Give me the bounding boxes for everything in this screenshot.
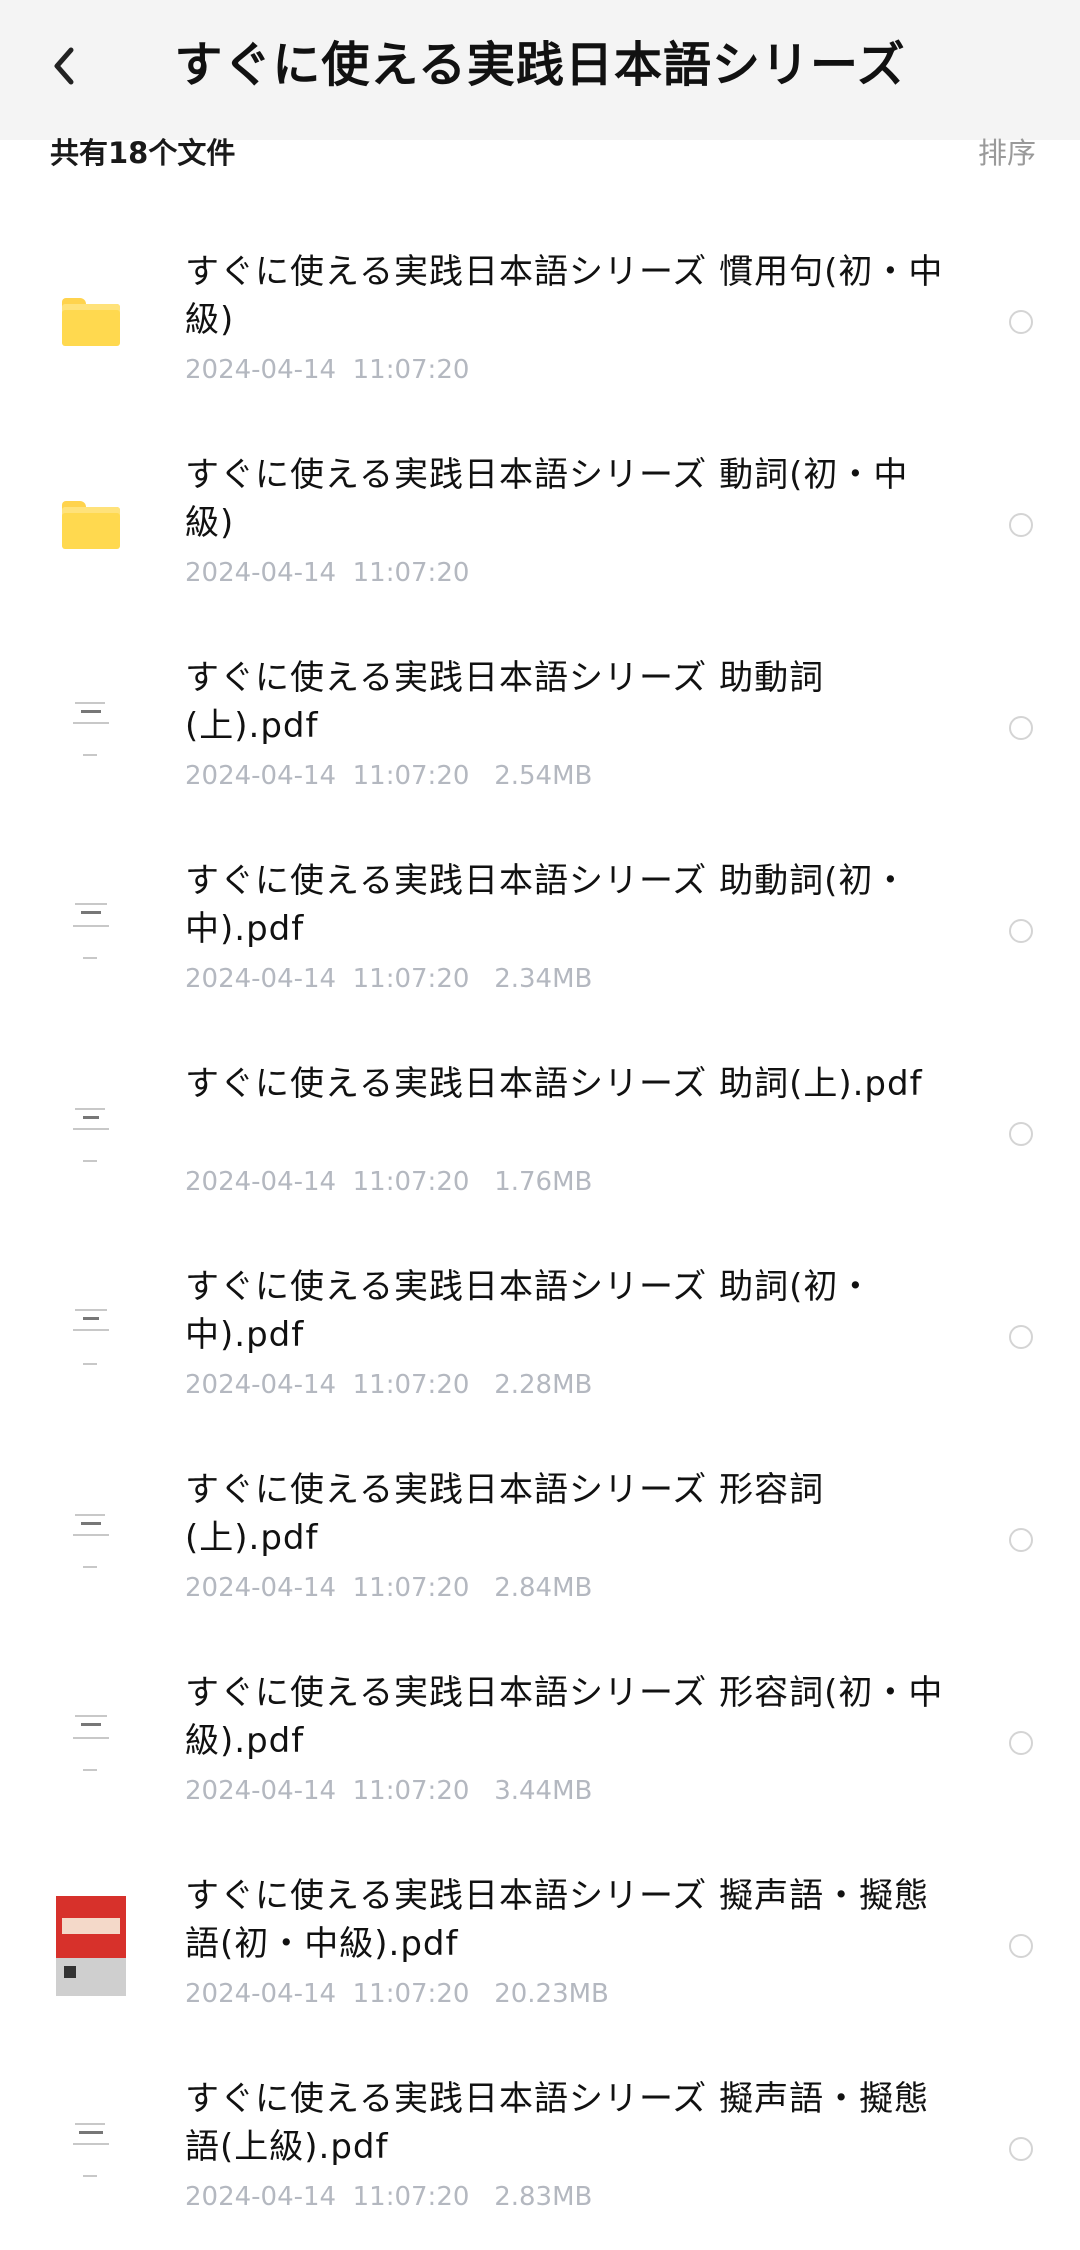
folder-icon <box>56 473 126 577</box>
list-item[interactable]: すぐに使える実践日本語シリーズ 擬声語・擬態語(上級).pdf 2024-04-… <box>0 2047 1080 2250</box>
folder-icon <box>56 270 126 374</box>
file-meta: 2024-04-14 11:07:20 <box>185 558 470 588</box>
pdf-cover-icon <box>56 1894 126 1998</box>
list-item[interactable]: すぐに使える実践日本語シリーズ 形容詞(初・中級).pdf 2024-04-14… <box>0 1641 1080 1844</box>
file-meta: 2024-04-14 11:07:20 2.83MB <box>185 2182 593 2212</box>
list-item[interactable]: すぐに使える実践日本語シリーズ 擬声語・擬態語(初・中級).pdf 2024-0… <box>0 1844 1080 2047</box>
select-radio[interactable] <box>1009 2136 1033 2161</box>
file-meta: 2024-04-14 11:07:20 2.34MB <box>185 964 593 994</box>
file-name: すぐに使える実践日本語シリーズ 慣用句(初・中級) <box>185 252 944 340</box>
select-radio[interactable] <box>1009 1324 1033 1349</box>
list-item[interactable]: すぐに使える実践日本語シリーズ 助動詞(上).pdf 2024-04-14 11… <box>0 626 1080 829</box>
file-name: すぐに使える実践日本語シリーズ 助動詞(初・中).pdf <box>185 861 909 949</box>
file-meta: 2024-04-14 11:07:20 20.23MB <box>185 1979 609 2009</box>
list-item[interactable]: すぐに使える実践日本語シリーズ 助詞(上).pdf 2024-04-14 11:… <box>0 1032 1080 1235</box>
file-meta: 2024-04-14 11:07:20 1.76MB <box>185 1167 593 1197</box>
file-name: すぐに使える実践日本語シリーズ 擬声語・擬態語(上級).pdf <box>185 2079 930 2167</box>
list-item[interactable]: すぐに使える実践日本語シリーズ 形容詞(上).pdf 2024-04-14 11… <box>0 1438 1080 1641</box>
list-item[interactable]: すぐに使える実践日本語シリーズ 慣用句(初・中級) 2024-04-14 11:… <box>0 220 1080 423</box>
app-header: すぐに使える実践日本語シリーズ <box>0 0 1080 140</box>
list-item[interactable]: すぐに使える実践日本語シリーズ 助動詞(初・中).pdf 2024-04-14 … <box>0 829 1080 1032</box>
file-list: すぐに使える実践日本語シリーズ 慣用句(初・中級) 2024-04-14 11:… <box>0 220 1080 2250</box>
pdf-thumbnail-icon <box>56 676 126 780</box>
file-meta: 2024-04-14 11:07:20 2.84MB <box>185 1573 593 1603</box>
pdf-thumbnail-icon <box>56 1691 126 1795</box>
file-meta: 2024-04-14 11:07:20 2.54MB <box>185 761 593 791</box>
pdf-thumbnail-icon <box>56 879 126 983</box>
file-meta: 2024-04-14 11:07:20 <box>185 355 470 385</box>
file-name: すぐに使える実践日本語シリーズ 形容詞(上).pdf <box>185 1470 825 1558</box>
select-radio[interactable] <box>1009 1730 1033 1755</box>
file-name: すぐに使える実践日本語シリーズ 助詞(上).pdf <box>185 1064 923 1104</box>
select-radio[interactable] <box>1009 309 1033 334</box>
file-name: すぐに使える実践日本語シリーズ 助詞(初・中).pdf <box>185 1267 874 1355</box>
file-count: 共有18个文件 <box>50 136 236 170</box>
file-name: すぐに使える実践日本語シリーズ 形容詞(初・中級).pdf <box>185 1673 944 1761</box>
list-item[interactable]: すぐに使える実践日本語シリーズ 助詞(初・中).pdf 2024-04-14 1… <box>0 1235 1080 1438</box>
pdf-thumbnail-icon <box>56 2097 126 2201</box>
pdf-thumbnail-icon <box>56 1285 126 1389</box>
select-radio[interactable] <box>1009 715 1033 740</box>
select-radio[interactable] <box>1009 1527 1033 1552</box>
select-radio[interactable] <box>1009 512 1033 537</box>
pdf-thumbnail-icon <box>56 1082 126 1186</box>
sort-button[interactable]: 排序 <box>978 132 1036 174</box>
select-radio[interactable] <box>1009 1933 1033 1958</box>
list-item[interactable]: すぐに使える実践日本語シリーズ 動詞(初・中級) 2024-04-14 11:0… <box>0 423 1080 626</box>
pdf-thumbnail-icon <box>56 1488 126 1592</box>
file-name: すぐに使える実践日本語シリーズ 擬声語・擬態語(初・中級).pdf <box>185 1876 930 1964</box>
file-name: すぐに使える実践日本語シリーズ 助動詞(上).pdf <box>185 658 825 746</box>
file-meta: 2024-04-14 11:07:20 2.28MB <box>185 1370 593 1400</box>
file-name: すぐに使える実践日本語シリーズ 動詞(初・中級) <box>185 455 909 543</box>
select-radio[interactable] <box>1009 918 1033 943</box>
file-meta: 2024-04-14 11:07:20 3.44MB <box>185 1776 593 1806</box>
select-radio[interactable] <box>1009 1121 1033 1146</box>
page-title: すぐに使える実践日本語シリーズ <box>174 37 906 93</box>
